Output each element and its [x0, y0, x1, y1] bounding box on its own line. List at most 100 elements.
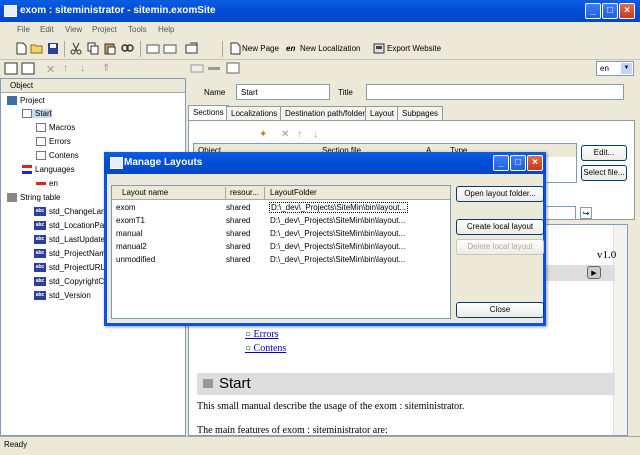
- tree-item[interactable]: String table: [7, 193, 60, 203]
- tab-layout[interactable]: Layout: [365, 106, 400, 120]
- delete-local-layout-button[interactable]: Delete local layout: [456, 239, 544, 255]
- tab-subpages[interactable]: Subpages: [397, 106, 444, 120]
- title-input[interactable]: [366, 84, 624, 100]
- delete-icon[interactable]: ✕: [46, 63, 55, 76]
- play-icon[interactable]: ▶: [587, 266, 601, 279]
- tab-sections[interactable]: Sections: [188, 105, 229, 121]
- tree-item[interactable]: abc std_Version: [34, 291, 91, 301]
- open-folder-icon[interactable]: [30, 42, 44, 55]
- dialog-close-button[interactable]: ×: [527, 155, 543, 171]
- new-localization-button[interactable]: New Localization: [300, 44, 360, 53]
- preview-link-contens[interactable]: ○ Contens: [245, 343, 286, 354]
- go-icon[interactable]: ↪: [580, 207, 592, 219]
- move-top-icon[interactable]: ⇑: [102, 63, 110, 74]
- abc-icon: abc: [34, 207, 46, 217]
- tree-item[interactable]: Contens: [36, 151, 79, 161]
- language-select[interactable]: en ▼: [596, 61, 634, 76]
- create-local-layout-button[interactable]: Create local layout: [456, 219, 544, 235]
- preview-heading: Start: [219, 375, 251, 392]
- abc-icon: abc: [34, 277, 46, 287]
- tree-item[interactable]: Errors: [36, 137, 71, 147]
- status-bar: Ready: [0, 436, 640, 455]
- open-layout-folder-button[interactable]: Open layout folder...: [456, 186, 544, 202]
- tab-destination[interactable]: Destination path/folder: [280, 106, 371, 120]
- remove-section-icon[interactable]: ✕: [281, 129, 289, 140]
- col-resource[interactable]: resour...: [230, 188, 259, 197]
- move-up-icon[interactable]: ↑: [63, 63, 68, 74]
- export-icon[interactable]: [185, 42, 199, 55]
- name-input[interactable]: Start: [236, 84, 330, 100]
- col-layout-name[interactable]: Layout name: [122, 188, 168, 197]
- heading-icon: [203, 379, 213, 388]
- cut-icon[interactable]: [69, 42, 83, 55]
- preview-link-errors[interactable]: ○ Errors: [245, 329, 279, 340]
- tree-item[interactable]: abc std_CopyrightC: [34, 277, 104, 287]
- copy-icon[interactable]: [86, 42, 100, 55]
- export-website-icon[interactable]: [372, 42, 386, 55]
- dialog-maximize-button[interactable]: □: [510, 155, 526, 171]
- window-icon[interactable]: [146, 42, 160, 55]
- tree-item[interactable]: abc std_ProjectURL: [34, 263, 105, 273]
- path-input[interactable]: [544, 206, 576, 220]
- close-button[interactable]: ×: [619, 3, 635, 19]
- abc-icon: abc: [34, 221, 46, 231]
- list-view-icon[interactable]: [21, 62, 35, 75]
- abc-icon: abc: [34, 291, 46, 301]
- layouts-list: Layout name resour... LayoutFolder exom …: [111, 185, 451, 319]
- menu-file[interactable]: File: [17, 25, 30, 34]
- minimize-button[interactable]: _: [585, 3, 601, 19]
- tree-item[interactable]: abc std_LocationPa: [34, 221, 104, 231]
- select-file-button[interactable]: Select file...: [581, 165, 627, 181]
- project-icon: [7, 96, 17, 106]
- export-website-button[interactable]: Export Website: [387, 44, 441, 53]
- tree-item[interactable]: Languages: [22, 165, 75, 175]
- menu-help[interactable]: Help: [158, 25, 174, 34]
- menu-edit[interactable]: Edit: [40, 25, 54, 34]
- tree-item[interactable]: en: [36, 179, 58, 188]
- menu-project[interactable]: Project: [92, 25, 117, 34]
- table-row[interactable]: unmodified shared D:\_dev\_Projects\Site…: [112, 253, 450, 266]
- add-section-icon[interactable]: ✦: [259, 129, 267, 140]
- save-icon[interactable]: [46, 42, 60, 55]
- chevron-down-icon[interactable]: ▼: [621, 63, 632, 74]
- col-layout-folder[interactable]: LayoutFolder: [270, 188, 317, 197]
- app-icon: [4, 5, 17, 17]
- dialog-close-button-bottom[interactable]: Close: [456, 302, 544, 318]
- find-icon[interactable]: [120, 42, 134, 55]
- main-toolbar: New Page en New Localization Export Webs…: [0, 38, 640, 60]
- menu-tools[interactable]: Tools: [128, 25, 147, 34]
- heading-bar: Start: [197, 373, 615, 395]
- table-row[interactable]: manual shared D:\_dev\_Projects\SiteMin\…: [112, 227, 450, 240]
- tree-item[interactable]: abc std_ChangeLan: [34, 207, 106, 217]
- table-row[interactable]: exom shared D:\_dev\_Projects\SiteMin\bi…: [112, 201, 450, 214]
- dialog-minimize-button[interactable]: _: [493, 155, 509, 171]
- tree-view-icon[interactable]: [4, 62, 18, 75]
- tab-localizations[interactable]: Localizations: [226, 106, 283, 120]
- page-settings-icon[interactable]: [226, 62, 240, 75]
- page-icon: [22, 109, 32, 119]
- abc-icon: abc: [34, 249, 46, 259]
- new-page-icon[interactable]: [228, 42, 242, 55]
- maximize-button[interactable]: □: [602, 3, 618, 19]
- tree-item[interactable]: Start: [22, 109, 52, 119]
- tree-item[interactable]: abc std_ProjectNam: [34, 249, 106, 259]
- table-row[interactable]: manual2 shared D:\_dev\_Projects\SiteMin…: [112, 240, 450, 253]
- move-down-icon[interactable]: ↓: [80, 63, 85, 74]
- window2-icon[interactable]: [163, 42, 177, 55]
- tree-item[interactable]: Project: [7, 96, 45, 106]
- grid-icon[interactable]: [190, 62, 204, 75]
- menu-view[interactable]: View: [65, 25, 82, 34]
- grid2-icon[interactable]: [207, 62, 221, 75]
- edit-button[interactable]: Edit...: [581, 145, 627, 161]
- new-page-button[interactable]: New Page: [242, 44, 279, 53]
- flag-icon: [36, 182, 46, 186]
- string-table-icon: [7, 193, 17, 203]
- languages-icon: [22, 165, 32, 175]
- tree-item[interactable]: abc std_LastUpdate: [34, 235, 105, 245]
- paste-icon[interactable]: [103, 42, 117, 55]
- section-up-icon[interactable]: ↑: [297, 129, 302, 140]
- new-file-icon[interactable]: [14, 42, 28, 55]
- tree-item[interactable]: Macros: [36, 123, 75, 133]
- table-row[interactable]: exomT1 shared D:\_dev\_Projects\SiteMin\…: [112, 214, 450, 227]
- section-down-icon[interactable]: ↓: [313, 129, 318, 140]
